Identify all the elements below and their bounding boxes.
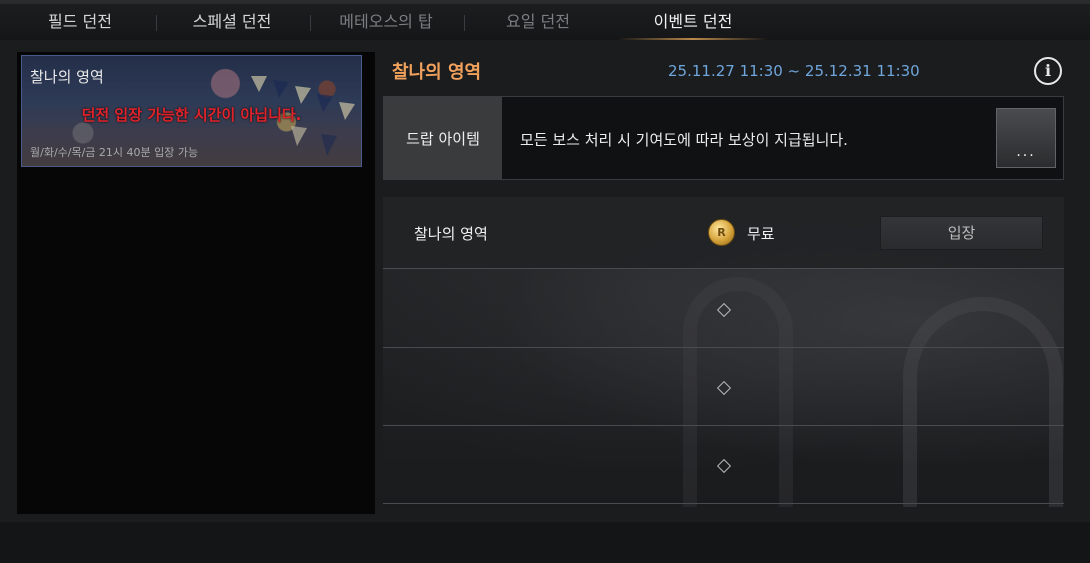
- entry-dungeon-name: 찰나의 영역: [414, 225, 488, 243]
- dungeon-schedule-note: 월/화/수/목/금 21시 40분 입장 가능: [30, 146, 199, 159]
- tab-meteos-tower[interactable]: 메테오스의 탑: [322, 4, 450, 40]
- drop-item-panel: 드랍 아이템 모든 보스 처리 시 기여도에 따라 보상이 지급됩니다. ...: [383, 96, 1064, 180]
- empty-slot: [383, 349, 1064, 426]
- dungeon-unavailable-warning: 던전 입장 가능한 시간이 아닙니다.: [81, 106, 302, 124]
- empty-slot: [383, 271, 1064, 348]
- dungeon-card-chalna[interactable]: 찰나의 영역 던전 입장 가능한 시간이 아닙니다. 월/화/수/목/금 21시…: [21, 55, 362, 167]
- entry-cost: 무료: [747, 225, 775, 243]
- tab-special-dungeon[interactable]: 스페셜 던전: [172, 4, 292, 40]
- enter-button[interactable]: 입장: [880, 216, 1043, 250]
- event-period: 25.11.27 11:30 ~ 25.12.31 11:30: [668, 62, 920, 80]
- diamond-icon: [716, 302, 732, 318]
- tab-daily-dungeon[interactable]: 요일 던전: [478, 4, 598, 40]
- bottom-bar: [0, 522, 1090, 563]
- diamond-icon: [716, 458, 732, 474]
- dungeon-stage-list: 찰나의 영역 R 무료 입장: [383, 197, 1064, 507]
- r-coin-icon: R: [708, 219, 735, 246]
- dungeon-card-title: 찰나의 영역: [30, 68, 104, 86]
- tab-divider: [310, 15, 311, 31]
- tab-divider: [156, 15, 157, 31]
- dungeon-tab-bar: 필드 던전 스페셜 던전 메테오스의 탑 요일 던전 이벤트 던전: [0, 0, 1090, 40]
- diamond-icon: [716, 380, 732, 396]
- info-icon[interactable]: i: [1034, 57, 1062, 85]
- drop-item-label: 드랍 아이템: [384, 97, 502, 179]
- dungeon-entry-row: 찰나의 영역 R 무료 입장: [383, 197, 1064, 269]
- dungeon-detail-title: 찰나의 영역: [392, 62, 482, 83]
- tab-divider: [464, 15, 465, 31]
- drop-more-button[interactable]: ...: [996, 108, 1056, 168]
- tab-event-dungeon[interactable]: 이벤트 던전: [618, 4, 768, 40]
- tab-field-dungeon[interactable]: 필드 던전: [20, 4, 140, 40]
- empty-slot: [383, 427, 1064, 504]
- more-dots-icon: ...: [1016, 144, 1036, 160]
- dungeon-list: 찰나의 영역 던전 입장 가능한 시간이 아닙니다. 월/화/수/목/금 21시…: [17, 52, 375, 514]
- drop-item-description: 모든 보스 처리 시 기여도에 따라 보상이 지급됩니다.: [520, 131, 848, 149]
